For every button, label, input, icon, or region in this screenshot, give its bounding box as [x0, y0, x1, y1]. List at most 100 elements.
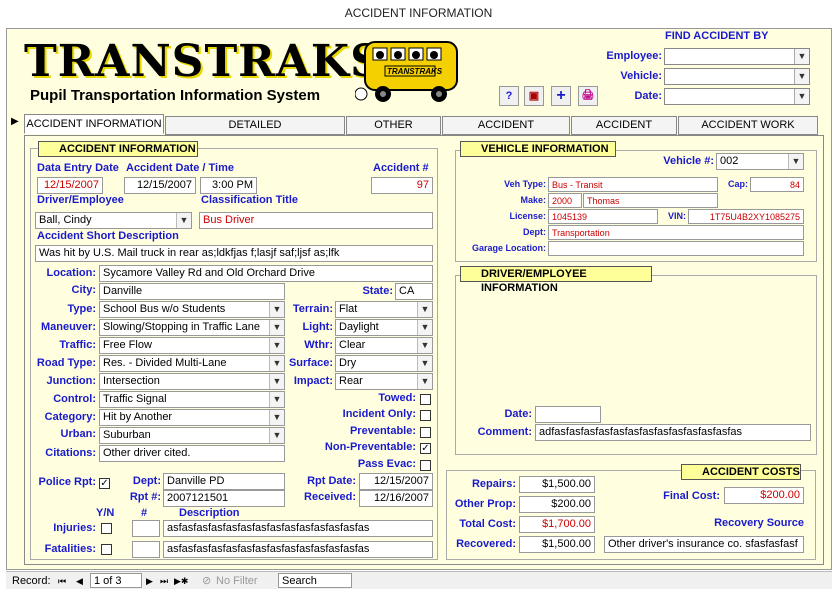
- next-record-icon[interactable]: ▶: [146, 574, 153, 588]
- tab-accident-passengers[interactable]: ACCIDENT PASSENGERS: [442, 116, 570, 148]
- chevron-down-icon[interactable]: ▼: [794, 69, 809, 84]
- previous-record-icon[interactable]: ◀: [76, 574, 83, 588]
- find-employee-label: Employee:: [606, 50, 662, 62]
- chevron-down-icon[interactable]: ▼: [417, 374, 432, 389]
- chevron-down-icon[interactable]: ▼: [417, 356, 432, 371]
- injuries-count-field[interactable]: [132, 520, 160, 537]
- filter-status[interactable]: No Filter: [216, 574, 258, 588]
- total-cost-label: Total Cost:: [459, 518, 516, 530]
- add-record-button[interactable]: +: [551, 86, 571, 106]
- police-dept-field[interactable]: Danville PD: [163, 473, 285, 490]
- chevron-down-icon[interactable]: ▼: [794, 49, 809, 64]
- recovery-source-field[interactable]: Other driver's insurance co. sfasfasfasf: [604, 536, 804, 553]
- driver-label: Driver/Employee: [37, 194, 124, 206]
- chevron-down-icon[interactable]: ▼: [417, 302, 432, 317]
- tab-accident-work-orders[interactable]: ACCIDENT WORK ORDERS: [678, 116, 818, 148]
- license-field: 1045139: [548, 209, 658, 224]
- first-record-icon[interactable]: ⏮: [58, 574, 66, 588]
- tab-accident-photos[interactable]: ACCIDENT PHOTOS: [571, 116, 677, 148]
- accident-number-label: Accident #: [373, 162, 429, 174]
- injuries-checkbox[interactable]: [101, 523, 112, 534]
- chevron-down-icon[interactable]: ▼: [269, 428, 284, 443]
- close-form-button[interactable]: ▣: [524, 86, 544, 106]
- control-combo[interactable]: Traffic Signal ▼: [99, 391, 285, 408]
- find-employee-combo[interactable]: ▼: [664, 48, 810, 65]
- final-cost-field: $200.00: [724, 487, 804, 504]
- type-combo[interactable]: School Bus w/o Students ▼: [99, 301, 285, 318]
- category-label: Category:: [44, 411, 96, 423]
- maneuver-combo[interactable]: Slowing/Stopping in Traffic Lane ▼: [99, 319, 285, 336]
- tab-accident-information[interactable]: ACCIDENT INFORMATION: [24, 114, 164, 134]
- preventable-checkbox[interactable]: [420, 427, 431, 438]
- accident-number-field: 97: [371, 177, 433, 194]
- fatalities-checkbox[interactable]: [101, 544, 112, 555]
- terrain-label: Terrain:: [292, 303, 333, 315]
- driver-date-field[interactable]: [535, 406, 601, 423]
- final-cost-label: Final Cost:: [663, 490, 720, 502]
- location-field[interactable]: Sycamore Valley Rd and Old Orchard Drive: [99, 265, 433, 282]
- weather-combo[interactable]: Clear ▼: [335, 337, 433, 354]
- recovered-field[interactable]: $1,500.00: [519, 536, 595, 553]
- road-type-label: Road Type:: [36, 357, 96, 369]
- city-field[interactable]: Danville: [99, 283, 285, 300]
- search-input[interactable]: Search: [278, 573, 352, 588]
- chevron-down-icon[interactable]: ▼: [176, 213, 191, 228]
- report-date-field[interactable]: 12/15/2007: [359, 473, 433, 490]
- number-header: #: [141, 507, 148, 519]
- chevron-down-icon[interactable]: ▼: [417, 338, 432, 353]
- state-field[interactable]: CA: [395, 283, 433, 300]
- non-preventable-checkbox[interactable]: ✓: [420, 443, 431, 454]
- junction-combo[interactable]: Intersection ▼: [99, 373, 285, 390]
- filter-icon[interactable]: ⊘: [202, 574, 211, 588]
- chevron-down-icon[interactable]: ▼: [269, 392, 284, 407]
- vehicle-number-combo[interactable]: 002 ▼: [716, 153, 804, 170]
- urban-combo[interactable]: Suburban ▼: [99, 427, 285, 444]
- fatalities-desc-field[interactable]: asfasfasfasfasfasfasfasfasfasfasfasfasfa…: [163, 541, 433, 558]
- impact-combo[interactable]: Rear ▼: [335, 373, 433, 390]
- record-selector-icon[interactable]: ▶: [11, 116, 19, 127]
- incident-only-checkbox[interactable]: [420, 410, 431, 421]
- chevron-down-icon[interactable]: ▼: [417, 320, 432, 335]
- report-number-field[interactable]: 2007121501: [163, 490, 285, 507]
- print-button[interactable]: 🖨: [578, 86, 598, 106]
- road-type-combo[interactable]: Res. - Divided Multi-Lane ▼: [99, 355, 285, 372]
- category-combo[interactable]: Hit by Another ▼: [99, 409, 285, 426]
- chevron-down-icon[interactable]: ▼: [794, 89, 809, 104]
- traffic-combo[interactable]: Free Flow ▼: [99, 337, 285, 354]
- accident-costs-header: ACCIDENT COSTS: [681, 464, 801, 480]
- find-date-combo[interactable]: ▼: [664, 88, 810, 105]
- new-record-icon[interactable]: ▶✱: [174, 574, 188, 588]
- citations-field[interactable]: Other driver cited.: [99, 445, 285, 462]
- driver-combo[interactable]: Ball, Cindy ▼: [35, 212, 192, 229]
- light-combo[interactable]: Daylight ▼: [335, 319, 433, 336]
- short-desc-label: Accident Short Description: [37, 230, 179, 242]
- find-vehicle-combo[interactable]: ▼: [664, 68, 810, 85]
- surface-combo[interactable]: Dry ▼: [335, 355, 433, 372]
- chevron-down-icon[interactable]: ▼: [788, 154, 803, 169]
- towed-checkbox[interactable]: [420, 394, 431, 405]
- driver-comment-field[interactable]: adfasfasfasfasfasfasfasfasfasfasfasfasfa…: [535, 424, 811, 441]
- last-record-icon[interactable]: ⏭: [160, 574, 168, 588]
- received-label: Received:: [304, 491, 356, 503]
- data-entry-date-field[interactable]: 12/15/2007: [37, 177, 103, 194]
- help-button[interactable]: ?: [499, 86, 519, 106]
- accident-time-field[interactable]: 3:00 PM: [200, 177, 257, 194]
- classification-label: Classification Title: [201, 194, 298, 206]
- record-navigation-bar: Record: ⏮ ◀ 1 of 3 ▶ ⏭ ▶✱ ⊘ No Filter Se…: [6, 571, 832, 589]
- received-field[interactable]: 12/16/2007: [359, 490, 433, 507]
- tab-other-vehicles[interactable]: OTHER VEHICLES: [346, 116, 441, 148]
- classification-field: Bus Driver: [199, 212, 433, 229]
- accident-date-field[interactable]: 12/15/2007: [124, 177, 196, 194]
- repairs-field[interactable]: $1,500.00: [519, 476, 595, 493]
- terrain-combo[interactable]: Flat ▼: [335, 301, 433, 318]
- fatalities-count-field[interactable]: [132, 541, 160, 558]
- other-property-field[interactable]: $200.00: [519, 496, 595, 513]
- record-position-field[interactable]: 1 of 3: [90, 573, 142, 588]
- injuries-desc-field[interactable]: asfasfasfasfasfasfasfasfasfasfasfasfasfa…: [163, 520, 433, 537]
- tab-detailed-comments[interactable]: DETAILED COMMENTS/WITNESSES: [165, 116, 345, 148]
- police-report-checkbox[interactable]: ✓: [99, 478, 110, 489]
- short-desc-field[interactable]: Was hit by U.S. Mail truck in rear as;ld…: [35, 245, 433, 262]
- pass-evac-checkbox[interactable]: [420, 460, 431, 471]
- injuries-label: Injuries:: [53, 522, 96, 534]
- chevron-down-icon[interactable]: ▼: [269, 410, 284, 425]
